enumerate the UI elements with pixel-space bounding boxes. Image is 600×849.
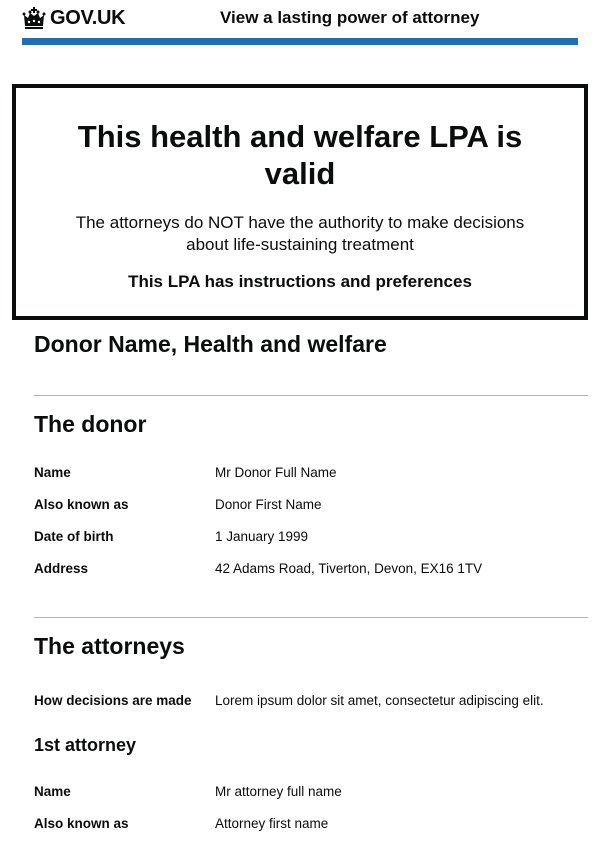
validity-panel: This health and welfare LPA is valid The… bbox=[12, 84, 588, 320]
summary-value: 42 Adams Road, Tiverton, Devon, EX16 1TV bbox=[215, 561, 483, 576]
panel-instructions-notice: This LPA has instructions and preference… bbox=[128, 272, 472, 291]
donor-heading: The donor bbox=[34, 411, 147, 437]
section-divider bbox=[34, 395, 588, 396]
summary-key: Name bbox=[34, 465, 71, 480]
site-header: GOV.UK View a lasting power of attorney bbox=[22, 0, 578, 46]
summary-value: Donor First Name bbox=[215, 497, 322, 512]
summary-key: Address bbox=[34, 561, 89, 576]
panel-body: The attorneys do NOT have the authority … bbox=[75, 213, 525, 254]
attorneys-summary-list: How decisions are made Lorem ipsum dolor… bbox=[34, 685, 588, 717]
main-content: Donor Name, Health and welfare The donor… bbox=[34, 330, 588, 840]
summary-key: Also known as bbox=[34, 497, 129, 512]
summary-value: Attorney first name bbox=[215, 816, 329, 831]
summary-value: 1 January 1999 bbox=[215, 529, 309, 544]
panel-title: This health and welfare LPA is valid bbox=[77, 119, 523, 191]
donor-summary-list: Name Mr Donor Full Name Also known as Do… bbox=[34, 457, 588, 585]
crown-icon bbox=[22, 7, 46, 29]
summary-key: How decisions are made bbox=[34, 693, 192, 708]
summary-row: Name Mr attorney full name bbox=[34, 776, 588, 808]
header-blue-bar bbox=[22, 38, 578, 45]
summary-row: Also known as Donor First Name bbox=[34, 489, 588, 521]
section-divider bbox=[34, 617, 588, 618]
first-attorney-heading: 1st attorney bbox=[34, 735, 137, 755]
attorneys-heading: The attorneys bbox=[34, 633, 185, 659]
summary-row: Date of birth 1 January 1999 bbox=[34, 521, 588, 553]
first-attorney-summary-list: Name Mr attorney full name Also known as… bbox=[34, 776, 588, 840]
summary-row: Name Mr Donor Full Name bbox=[34, 457, 588, 489]
summary-row: How decisions are made Lorem ipsum dolor… bbox=[34, 685, 588, 717]
summary-row: Address 42 Adams Road, Tiverton, Devon, … bbox=[34, 553, 588, 585]
summary-key: Also known as bbox=[34, 816, 129, 831]
govuk-logo-text: GOV.UK bbox=[50, 6, 126, 29]
service-name[interactable]: View a lasting power of attorney bbox=[220, 8, 479, 28]
summary-key: Name bbox=[34, 784, 71, 799]
summary-row: Also known as Attorney first name bbox=[34, 808, 588, 840]
govuk-logo[interactable]: GOV.UK bbox=[22, 5, 126, 31]
summary-value: Mr attorney full name bbox=[215, 784, 342, 799]
summary-value: Lorem ipsum dolor sit amet, consectetur … bbox=[215, 693, 544, 708]
summary-key: Date of birth bbox=[34, 529, 114, 544]
summary-value: Mr Donor Full Name bbox=[215, 465, 337, 480]
document-title: Donor Name, Health and welfare bbox=[34, 331, 387, 357]
